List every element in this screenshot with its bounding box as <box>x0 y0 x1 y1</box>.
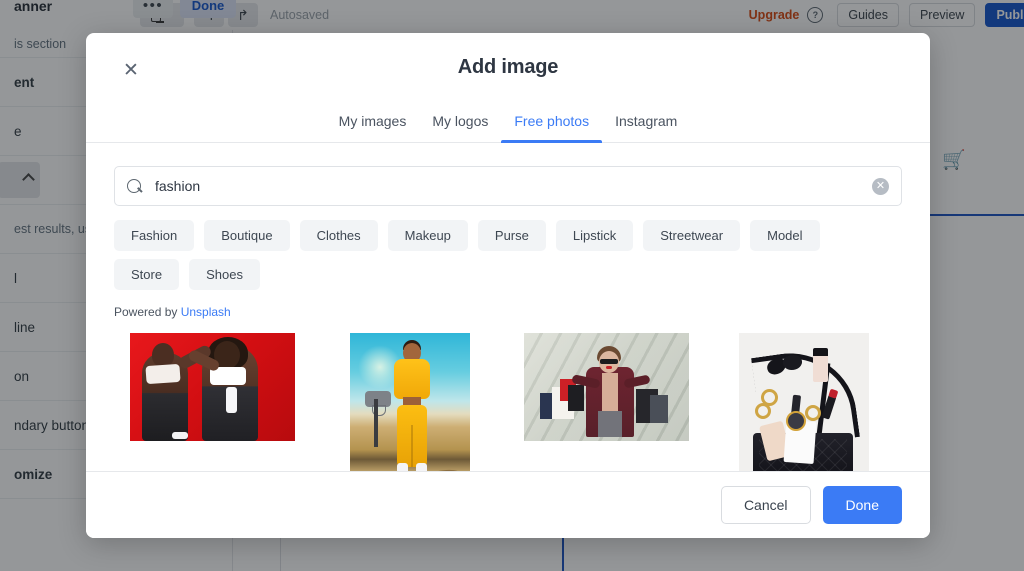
tab-instagram[interactable]: Instagram <box>602 113 690 142</box>
tag-clothes[interactable]: Clothes <box>300 220 378 251</box>
photo-shape <box>606 366 612 369</box>
tag-purse[interactable]: Purse <box>478 220 546 251</box>
attribution: Powered by Unsplash <box>114 305 902 319</box>
tag-model[interactable]: Model <box>750 220 819 251</box>
search-box[interactable]: ✕ <box>114 166 902 206</box>
tag-store[interactable]: Store <box>114 259 179 290</box>
suggested-tags: Fashion Boutique Clothes Makeup Purse Li… <box>114 220 824 290</box>
add-image-modal: ✕ Add image My images My logos Free phot… <box>86 33 930 538</box>
photo-shape <box>172 432 188 439</box>
modal-header: ✕ Add image My images My logos Free phot… <box>86 33 930 143</box>
photo-column-1 <box>114 333 311 461</box>
tag-shoes[interactable]: Shoes <box>189 259 260 290</box>
tab-my-images[interactable]: My images <box>326 113 420 142</box>
photo-thumbnail[interactable] <box>130 333 295 441</box>
tab-free-photos[interactable]: Free photos <box>501 113 602 142</box>
tag-lipstick[interactable]: Lipstick <box>556 220 633 251</box>
photo-column-3 <box>508 333 705 461</box>
photo-shape <box>767 355 803 377</box>
search-input[interactable] <box>153 177 872 195</box>
photo-shape <box>805 405 821 421</box>
tag-fashion[interactable]: Fashion <box>114 220 194 251</box>
tag-makeup[interactable]: Makeup <box>388 220 468 251</box>
photo-shape <box>755 403 771 419</box>
photos-scroll-area[interactable]: ✕ Fashion Boutique Clothes Makeup Purse … <box>86 143 930 471</box>
modal-tabs: My images My logos Free photos Instagram <box>86 113 930 142</box>
photo-column-2 <box>311 333 508 471</box>
photo-shape <box>813 348 828 382</box>
cancel-button[interactable]: Cancel <box>721 486 811 524</box>
clear-icon[interactable]: ✕ <box>872 178 889 195</box>
photo-shape <box>145 364 180 384</box>
photo-shape <box>600 359 618 364</box>
tag-streetwear[interactable]: Streetwear <box>643 220 740 251</box>
modal-footer: Cancel Done <box>86 471 930 538</box>
photo-thumbnail[interactable] <box>524 333 689 441</box>
page-title: Add image <box>86 56 930 79</box>
photo-shape <box>568 385 584 411</box>
photo-shape <box>598 411 622 437</box>
done-button[interactable]: Done <box>823 486 902 524</box>
photo-grid <box>114 333 902 471</box>
photo-shape <box>650 395 668 423</box>
photo-shape <box>602 373 618 413</box>
photo-shape <box>226 387 237 413</box>
unsplash-link[interactable]: Unsplash <box>181 305 231 319</box>
photo-shape <box>786 411 806 431</box>
modal-body: ✕ Fashion Boutique Clothes Makeup Purse … <box>86 143 930 471</box>
tab-my-logos[interactable]: My logos <box>419 113 501 142</box>
search-icon <box>127 179 141 193</box>
tag-boutique[interactable]: Boutique <box>204 220 289 251</box>
photo-shape <box>374 399 378 447</box>
photo-shape <box>392 343 432 471</box>
photo-thumbnail[interactable] <box>739 333 869 471</box>
search-wrapper: ✕ <box>114 166 902 206</box>
attribution-prefix: Powered by <box>114 305 181 319</box>
photo-column-4 <box>705 333 902 471</box>
photo-thumbnail[interactable] <box>350 333 470 471</box>
